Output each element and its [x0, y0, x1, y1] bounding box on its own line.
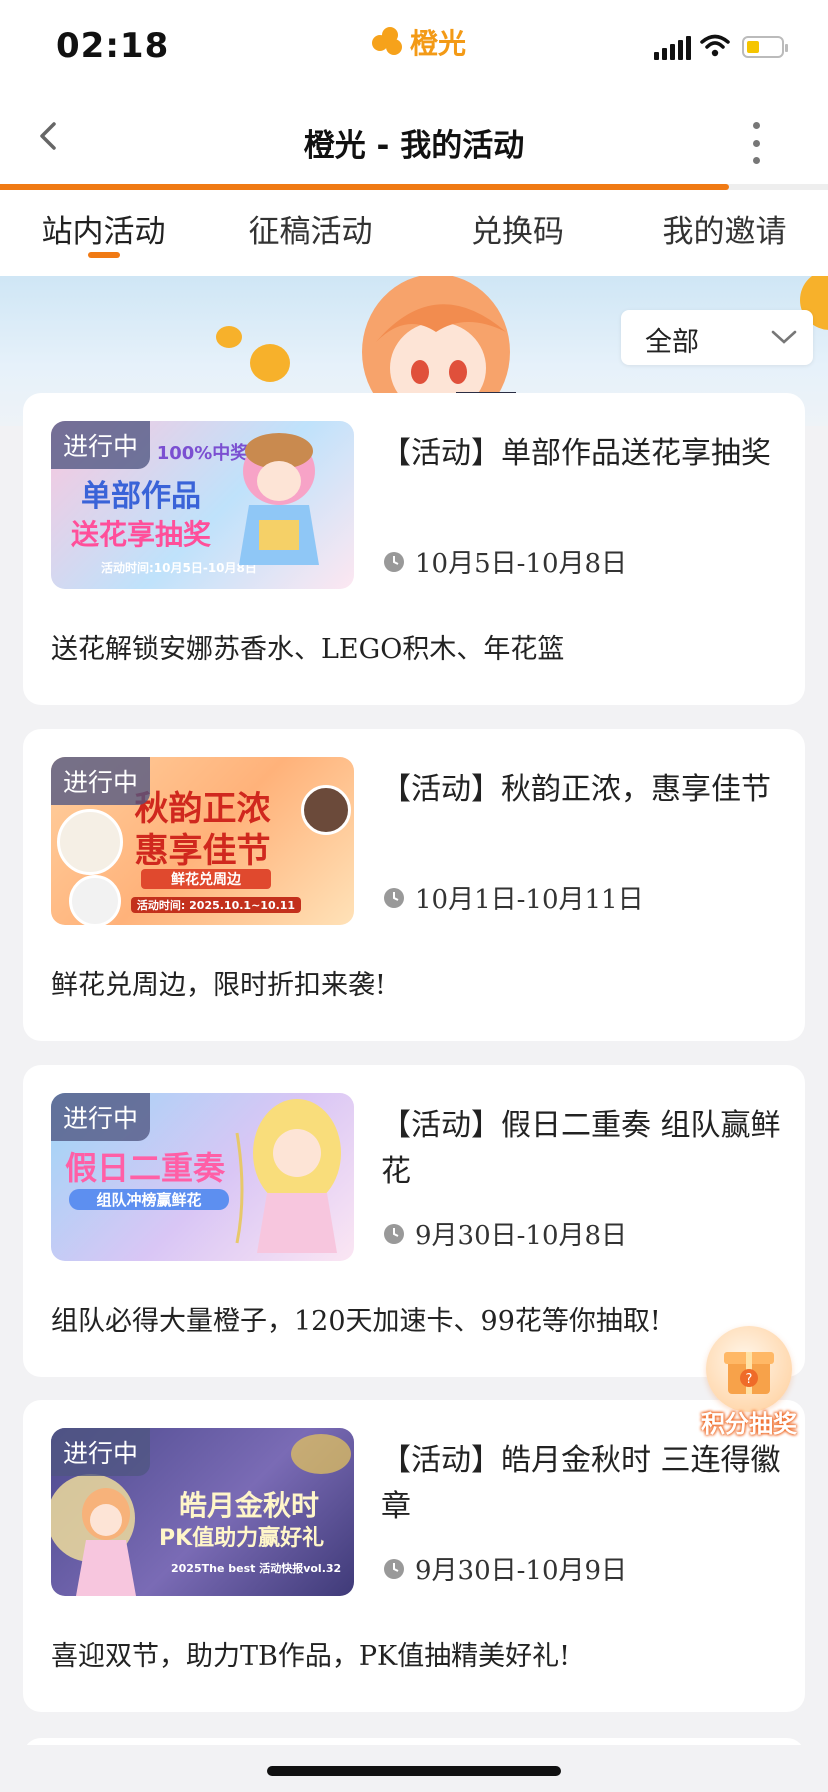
clock-icon: [384, 1558, 404, 1579]
filter-dropdown[interactable]: 全部: [621, 310, 813, 365]
activity-card[interactable]: 皓月金秋时 PK值助力赢好礼 2025The best 活动快报vol.32 进…: [23, 1400, 805, 1712]
activity-card[interactable]: 秋韵正浓 惠享佳节 鲜花兑周边 活动时间: 2025.10.1~10.11 进行…: [23, 729, 805, 1041]
activity-date-text: 9月30日-10月8日: [415, 1221, 628, 1251]
wifi-icon: [700, 34, 730, 57]
tab-label: 站内活动: [41, 214, 166, 250]
status-badge: 进行中: [51, 421, 151, 469]
tab-label: 我的邀请: [662, 214, 787, 250]
clock-icon: [384, 887, 404, 908]
activity-title: 【活动】秋韵正浓，惠享佳节: [381, 772, 771, 807]
status-time: 02:18: [56, 26, 170, 66]
tab-label: 兑换码: [471, 214, 564, 250]
tab-my-invitations[interactable]: 我的邀请: [621, 190, 828, 276]
battery-icon: [742, 36, 788, 58]
page-title: 橙光 - 我的活动: [303, 128, 525, 164]
activity-thumbnail: 假日二重奏 组队冲榜赢鲜花 进行中: [51, 1093, 354, 1261]
character-illustration: [235, 1099, 341, 1253]
status-badge: 进行中: [51, 1093, 151, 1141]
nav-bar: 橙光 - 我的活动: [0, 96, 828, 184]
activity-title: 【活动】皓月金秋时 三连得徽章: [381, 1443, 781, 1524]
activity-title: 【活动】假日二重奏 组队赢鲜花: [381, 1108, 781, 1189]
app-logo: 橙光: [372, 22, 466, 62]
activity-date: 10月1日-10月11日: [383, 879, 644, 916]
activity-description: 送花解锁安娜苏香水、LEGO积木、年花篮: [51, 634, 565, 665]
activity-title: 【活动】单部作品送花享抽奖: [381, 436, 771, 471]
tab-redeem-code[interactable]: 兑换码: [414, 190, 621, 276]
home-indicator[interactable]: [267, 1766, 561, 1776]
tab-submission-activities[interactable]: 征稿活动: [207, 190, 414, 276]
cellular-signal-icon: [654, 36, 691, 60]
thumbnail-subheadline: 组队冲榜赢鲜花: [69, 1189, 229, 1210]
gift-box-icon: ?: [706, 1326, 792, 1412]
thumbnail-caption: 鲜花兑周边: [141, 869, 271, 889]
activity-thumbnail: 秋韵正浓 惠享佳节 鲜花兑周边 活动时间: 2025.10.1~10.11 进行…: [51, 757, 354, 925]
app-logo-text: 橙光: [410, 27, 467, 60]
activity-card[interactable]: 100%中奖 单部作品 送花享抽奖 活动时间:10月5日-10月8日 进行中 【…: [23, 393, 805, 705]
character-illustration: [51, 1474, 136, 1596]
status-badge: 进行中: [51, 1428, 151, 1476]
activity-date: 10月5日-10月8日: [383, 543, 627, 580]
points-lottery-button[interactable]: ? 积分抽奖: [694, 1326, 804, 1438]
status-bar: 02:18 橙光: [0, 0, 828, 96]
tab-bar: 站内活动 征稿活动 兑换码 我的邀请: [0, 190, 828, 276]
activity-thumbnail: 100%中奖 单部作品 送花享抽奖 活动时间:10月5日-10月8日 进行中: [51, 421, 354, 589]
activity-date-text: 9月30日-10月9日: [415, 1556, 628, 1586]
activity-thumbnail: 皓月金秋时 PK值助力赢好礼 2025The best 活动快报vol.32 进…: [51, 1428, 354, 1596]
activity-description: 喜迎双节，助力TB作品，PK值抽精美好礼!: [51, 1641, 571, 1672]
orange-logo-icon: [372, 27, 406, 57]
active-tab-indicator: [87, 252, 120, 258]
chevron-down-icon: [771, 330, 797, 344]
activity-card[interactable]: 假日二重奏 组队冲榜赢鲜花 进行中 【活动】假日二重奏 组队赢鲜花 9月30日-…: [23, 1065, 805, 1377]
activity-date-text: 10月5日-10月8日: [415, 549, 628, 579]
activity-date: 9月30日-10月9日: [383, 1550, 627, 1587]
status-badge: 进行中: [51, 757, 151, 805]
more-options-icon[interactable]: [746, 122, 766, 164]
clock-icon: [384, 551, 404, 572]
points-lottery-label: 积分抽奖: [701, 1410, 797, 1438]
tab-label: 征稿活动: [248, 214, 373, 250]
svg-text:?: ?: [746, 1372, 753, 1387]
activity-date: 9月30日-10月8日: [383, 1215, 627, 1252]
activity-date-text: 10月1日-10月11日: [415, 885, 644, 915]
tab-onsite-activities[interactable]: 站内活动: [0, 190, 207, 276]
character-illustration: [239, 433, 319, 565]
filter-selected-value: 全部: [645, 327, 699, 358]
thumbnail-date-caption: 活动时间: 2025.10.1~10.11: [131, 897, 301, 913]
activity-description: 组队必得大量橙子，120天加速卡、99花等你抽取!: [51, 1306, 661, 1337]
clock-icon: [384, 1223, 404, 1244]
activity-description: 鲜花兑周边，限时折扣来袭!: [51, 970, 386, 1001]
